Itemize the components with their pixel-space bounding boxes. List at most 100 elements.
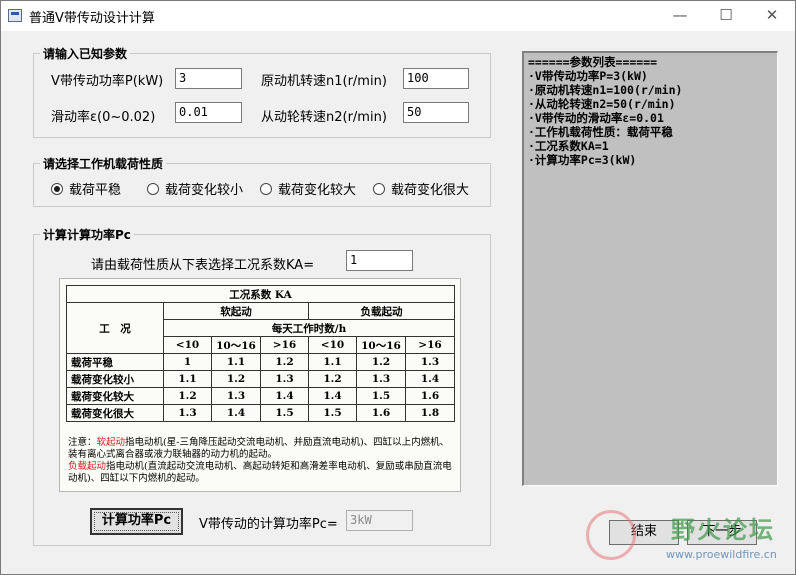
power-label: V带传动功率P(kW) [51, 74, 164, 89]
n1-input[interactable]: 100 [403, 68, 469, 89]
n2-label: 从动轮转速n2(r/min) [261, 110, 387, 125]
watermark-logo-icon [586, 510, 636, 560]
watermark-url: www.proewildfire.cn [666, 548, 777, 561]
load-option-label: 载荷平稳 [69, 183, 122, 198]
hours-cell: 10～16 [356, 336, 406, 354]
note-soft-text: 指电动机(星-三角降压起动交流电动机、并励直流电动机)、四缸以上内燃机、装有离心… [68, 437, 450, 460]
minimize-button[interactable]: — [657, 1, 703, 31]
hours-cell: 10～16 [211, 336, 261, 354]
list-item: ·从动轮转速n2=50(r/min) [528, 97, 676, 111]
load-option-steady[interactable]: 载荷平稳 [51, 179, 121, 198]
hours-cell: <10 [163, 336, 212, 354]
ka-cell: 1.2 [260, 353, 309, 371]
slip-label: 滑动率ε(0~0.02) [51, 110, 156, 125]
n1-label: 原动机转速n1(r/min) [261, 74, 387, 89]
ka-cell: 1.1 [163, 370, 212, 388]
list-item: ·工况系数KA=1 [528, 139, 609, 153]
list-item: ·V带传动功率P=3(kW) [528, 69, 648, 83]
ka-cell: 1.8 [405, 404, 455, 422]
load-option-label: 载荷变化较小 [165, 183, 244, 198]
ka-cell: 1.5 [356, 387, 406, 405]
watermark-text: 野火论坛 [671, 516, 775, 544]
hours-header: 每天工作时数/h [163, 319, 455, 337]
pc-calc-title: 计算计算功率Pc [40, 226, 134, 243]
ka-cell: 1.3 [260, 370, 309, 388]
ka-cell: 1.3 [405, 353, 455, 371]
ka-cell: 1.2 [211, 370, 261, 388]
ka-cell: 1.4 [308, 387, 357, 405]
load-option-label: 载荷变化较大 [278, 183, 357, 198]
table-row: 载荷变化较大 1.2 1.3 1.4 1.4 1.5 1.6 [66, 387, 455, 405]
list-item: ·V带传动的滑动率ε=0.01 [528, 111, 664, 125]
ka-table-caption: 工况系数 KA [66, 285, 455, 303]
app-icon [8, 9, 22, 22]
ka-cell: 1.2 [308, 370, 357, 388]
radio-icon [260, 182, 272, 195]
load-option-very-large[interactable]: 载荷变化很大 [373, 179, 469, 198]
ka-cell: 1.1 [308, 353, 357, 371]
ka-table-image: 工况系数 KA 工 况 软起动 负载起动 每天工作时数/h <10 10～16 … [59, 278, 461, 492]
maximize-button[interactable]: ☐ [703, 1, 749, 31]
ka-table-note: 注意：软起动指电动机(星-三角降压起动交流电动机、并励直流电动机)、四缸以上内燃… [68, 437, 454, 485]
note-prefix: 注意： [68, 437, 97, 448]
load-option-large[interactable]: 载荷变化较大 [260, 179, 356, 198]
table-row: 载荷平稳 1 1.1 1.2 1.1 1.2 1.3 [66, 353, 455, 371]
list-item: ·工作机载荷性质：载荷平稳 [528, 125, 673, 139]
forum-watermark: 野火论坛 www.proewildfire.cn [586, 506, 791, 572]
note-load-text: 指电动机(直流起动交流电动机、高起动转矩和高滑差率电动机、复励或串励直流电动机)… [68, 461, 452, 484]
main-window: 普通V带传动设计计算 — ☐ ✕ 请输入已知参数 V带传动功率P(kW) 3 原… [0, 0, 796, 575]
load-option-label: 载荷变化很大 [391, 183, 470, 198]
row-label: 载荷变化很大 [66, 404, 164, 422]
ka-input[interactable]: 1 [346, 250, 413, 271]
known-params-group: 请输入已知参数 [33, 45, 491, 138]
radio-icon [147, 182, 159, 195]
ka-cell: 1.6 [405, 387, 455, 405]
ka-cell: 1.5 [308, 404, 357, 422]
load-start-header: 负载起动 [308, 302, 455, 320]
ka-cell: 1.4 [260, 387, 309, 405]
n2-input[interactable]: 50 [403, 102, 469, 123]
pc-result-label: V带传动的计算功率Pc= [199, 517, 338, 532]
row-label: 载荷平稳 [66, 353, 164, 371]
ka-cell: 1 [163, 353, 212, 371]
ka-cell: 1.3 [211, 387, 261, 405]
ka-cell: 1.4 [405, 370, 455, 388]
pc-result-field: 3kW [346, 510, 413, 531]
table-row: 载荷变化很大 1.3 1.4 1.5 1.5 1.6 1.8 [66, 404, 455, 422]
condition-header: 工 况 [66, 302, 164, 354]
list-item: ·计算功率Pc=3(kW) [528, 153, 637, 167]
hours-cell: >16 [260, 336, 309, 354]
table-row: 载荷变化较小 1.1 1.2 1.3 1.2 1.3 1.4 [66, 370, 455, 388]
load-nature-title: 请选择工作机载荷性质 [40, 155, 167, 172]
title-bar[interactable]: 普通V带传动设计计算 — ☐ ✕ [1, 1, 795, 31]
power-input[interactable]: 3 [175, 68, 242, 89]
calculate-pc-button[interactable]: 计算功率Pc [90, 508, 183, 535]
radio-selected-icon [51, 182, 63, 195]
ka-cell: 1.6 [356, 404, 406, 422]
ka-table: 工况系数 KA 工 况 软起动 负载起动 每天工作时数/h <10 10～16 … [66, 285, 455, 422]
ka-cell: 1.2 [163, 387, 212, 405]
ka-cell: 1.1 [211, 353, 261, 371]
close-button[interactable]: ✕ [749, 1, 795, 31]
ka-prompt: 请由载荷性质从下表选择工况系数KA= [91, 258, 315, 273]
soft-start-header: 软起动 [163, 302, 309, 320]
hours-cell: >16 [405, 336, 455, 354]
slip-input[interactable]: 0.01 [175, 102, 242, 123]
ka-cell: 1.2 [356, 353, 406, 371]
load-option-small[interactable]: 载荷变化较小 [147, 179, 243, 198]
ka-cell: 1.4 [211, 404, 261, 422]
list-item: ·原动机转速n1=100(r/min) [528, 83, 683, 97]
hours-cell: <10 [308, 336, 357, 354]
ka-cell: 1.5 [260, 404, 309, 422]
window-title: 普通V带传动设计计算 [29, 11, 155, 26]
known-params-title: 请输入已知参数 [40, 45, 131, 62]
note-soft-term: 软起动 [96, 437, 126, 448]
note-load-term: 负载起动 [68, 461, 107, 472]
radio-icon [373, 182, 385, 195]
param-list[interactable]: ======参数列表====== ·V带传动功率P=3(kW) ·原动机转速n1… [522, 51, 778, 486]
ka-cell: 1.3 [163, 404, 212, 422]
ka-cell: 1.3 [356, 370, 406, 388]
list-header: ======参数列表====== [528, 55, 658, 69]
row-label: 载荷变化较大 [66, 387, 164, 405]
row-label: 载荷变化较小 [66, 370, 164, 388]
